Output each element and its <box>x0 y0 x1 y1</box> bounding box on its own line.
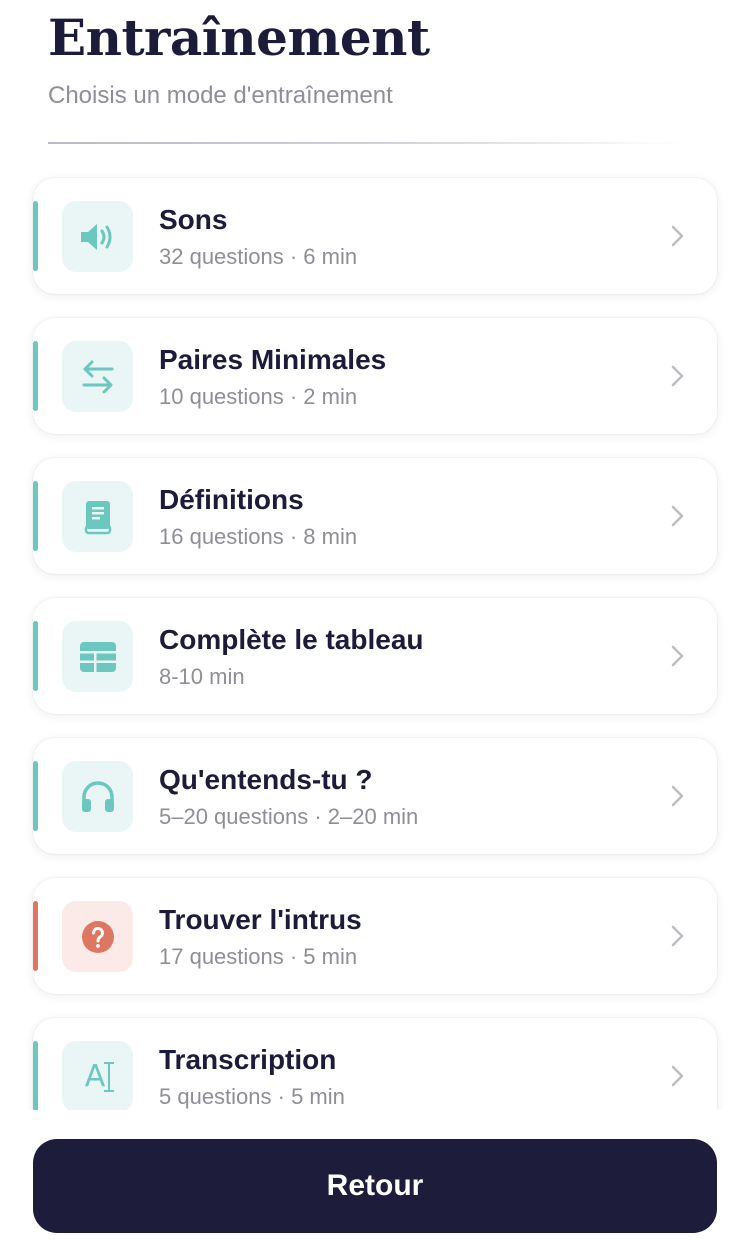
page-title: Entraînement <box>48 8 430 67</box>
mode-meta: 5 questions · 5 min <box>159 1084 345 1109</box>
mode-card-transcription[interactable]: A Transcription 5 questions · 5 min <box>33 1018 717 1110</box>
mode-list[interactable]: Sons 32 questions · 6 min Paires Minimal… <box>0 170 750 1110</box>
mode-card-quentends-tu[interactable]: Qu'entends-tu ? 5–20 questions · 2–20 mi… <box>33 738 717 854</box>
mode-meta: 10 questions · 2 min <box>159 384 358 409</box>
chevron-right-icon <box>671 785 684 807</box>
chevron-right-icon <box>671 225 684 247</box>
text-cursor-icon: A <box>62 1041 133 1110</box>
card-accent-bar <box>33 341 38 411</box>
header-divider <box>48 142 688 144</box>
arrows-swap-icon <box>62 341 133 412</box>
card-accent-bar <box>33 621 38 691</box>
page-subtitle: Choisis un mode d'entraînement <box>48 82 393 109</box>
chevron-right-icon <box>671 1065 684 1087</box>
card-accent-bar <box>33 1041 38 1110</box>
card-accent-bar <box>33 481 38 551</box>
card-accent-bar <box>33 901 38 971</box>
training-screen: Entraînement Choisis un mode d'entraînem… <box>0 0 750 1241</box>
mode-title: Transcription <box>159 1044 337 1075</box>
mode-card-complete-le-tableau[interactable]: Complète le tableau 8-10 min <box>33 598 717 714</box>
mode-card-sons[interactable]: Sons 32 questions · 6 min <box>33 178 717 294</box>
book-icon <box>62 481 133 552</box>
card-accent-bar <box>33 761 38 831</box>
mode-title: Sons <box>159 204 228 235</box>
mode-meta: 16 questions · 8 min <box>159 524 358 549</box>
speaker-icon <box>62 201 133 272</box>
mode-card-paires-minimales[interactable]: Paires Minimales 10 questions · 2 min <box>33 318 717 434</box>
table-icon <box>62 621 133 692</box>
mode-card-definitions[interactable]: Définitions 16 questions · 8 min <box>33 458 717 574</box>
mode-meta: 5–20 questions · 2–20 min <box>159 804 419 829</box>
mode-title: Définitions <box>159 484 304 515</box>
mode-title: Complète le tableau <box>159 624 424 655</box>
mode-title: Paires Minimales <box>159 344 387 375</box>
mode-title: Trouver l'intrus <box>159 904 362 935</box>
chevron-right-icon <box>671 925 684 947</box>
chevron-right-icon <box>671 505 684 527</box>
text-cursor-icon-letter: A <box>84 1059 106 1094</box>
mode-meta: 8-10 min <box>159 664 245 689</box>
mode-meta: 32 questions · 6 min <box>159 244 358 269</box>
chevron-right-icon <box>671 365 684 387</box>
card-accent-bar <box>33 201 38 271</box>
chevron-right-icon <box>671 645 684 667</box>
mode-title: Qu'entends-tu ? <box>159 764 373 795</box>
back-button[interactable]: Retour <box>33 1139 717 1233</box>
mode-meta: 17 questions · 5 min <box>159 944 358 969</box>
mode-card-trouver-lintrus[interactable]: Trouver l'intrus 17 questions · 5 min <box>33 878 717 994</box>
question-icon <box>62 901 133 972</box>
headphones-icon <box>62 761 133 832</box>
